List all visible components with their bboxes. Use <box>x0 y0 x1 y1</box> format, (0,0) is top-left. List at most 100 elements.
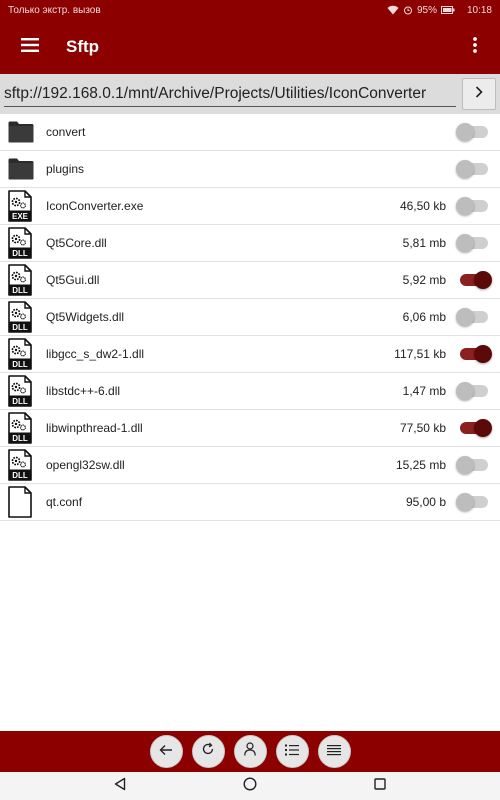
hamburger-menu-icon <box>21 37 39 57</box>
file-size: 5,92 mb <box>402 273 446 287</box>
file-row[interactable]: DLL opengl32sw.dll 15,25 mb <box>0 447 500 484</box>
toggle-thumb <box>474 345 492 363</box>
chevron-right-icon <box>475 85 483 103</box>
list-icon <box>327 743 341 761</box>
file-row[interactable]: DLL Qt5Widgets.dll 6,06 mb <box>0 299 500 336</box>
file-name: convert <box>46 125 86 139</box>
toggle-thumb <box>456 197 474 215</box>
file-list: convert plugins EXE IconConverter.exe 46,50 … <box>0 114 500 521</box>
file-size: 77,50 kb <box>399 421 446 435</box>
file-row[interactable]: DLL libwinpthread-1.dll 77,50 kb <box>0 410 500 447</box>
select-toggle[interactable] <box>456 307 492 327</box>
svg-text:DLL: DLL <box>12 397 28 406</box>
back-arrow-icon <box>159 743 173 761</box>
dll-file-icon: DLL <box>0 336 46 373</box>
path-input[interactable]: sftp://192.168.0.1/mnt/Archive/Projects/… <box>0 74 458 114</box>
menu-button[interactable] <box>0 20 60 74</box>
select-toggle[interactable] <box>456 455 492 475</box>
toggle-thumb <box>474 419 492 437</box>
file-name: plugins <box>46 162 85 176</box>
dll-file-icon: DLL <box>0 373 46 410</box>
file-row[interactable]: convert <box>0 114 500 151</box>
nav-recents-button[interactable] <box>365 772 395 800</box>
file-size: 15,25 mb <box>395 458 446 472</box>
exe-file-icon: EXE <box>0 188 46 225</box>
select-toggle[interactable] <box>456 418 492 438</box>
select-toggle[interactable] <box>456 196 492 216</box>
file-icon <box>0 484 46 521</box>
user-button[interactable] <box>233 735 267 768</box>
file-name: Qt5Core.dll <box>46 236 107 250</box>
file-row[interactable]: DLL libstdc++-6.dll 1,47 mb <box>0 373 500 410</box>
svg-text:DLL: DLL <box>12 471 28 480</box>
file-size: 46,50 kb <box>399 199 446 213</box>
file-size: 5,81 mb <box>402 236 446 250</box>
file-row[interactable]: plugins <box>0 151 500 188</box>
folder-icon <box>0 114 46 151</box>
file-row[interactable]: DLL Qt5Core.dll 5,81 mb <box>0 225 500 262</box>
select-toggle[interactable] <box>456 122 492 142</box>
select-toggle[interactable] <box>456 344 492 364</box>
select-toggle[interactable] <box>456 270 492 290</box>
toggle-thumb <box>456 493 474 511</box>
wifi-icon <box>387 5 399 15</box>
dll-file-icon: DLL <box>0 410 46 447</box>
list-button[interactable] <box>317 735 351 768</box>
back-arrow-button[interactable] <box>149 735 183 768</box>
toggle-thumb <box>456 160 474 178</box>
toggle-thumb <box>456 382 474 400</box>
svg-text:EXE: EXE <box>12 212 29 221</box>
alarm-icon <box>403 5 413 15</box>
file-name: Qt5Widgets.dll <box>46 310 125 324</box>
dll-file-icon: DLL <box>0 262 46 299</box>
nav-back-button[interactable] <box>105 772 135 800</box>
battery-icon <box>440 6 455 14</box>
file-size: 6,06 mb <box>402 310 446 324</box>
svg-text:DLL: DLL <box>12 249 28 258</box>
toggle-thumb <box>456 308 474 326</box>
file-row[interactable]: DLL libgcc_s_dw2-1.dll 117,51 kb <box>0 336 500 373</box>
svg-text:DLL: DLL <box>12 286 28 295</box>
folder-icon <box>0 151 46 188</box>
circle-home-icon <box>243 776 257 796</box>
app-title: Sftp <box>66 37 100 56</box>
file-name: opengl32sw.dll <box>46 458 125 472</box>
dll-file-icon: DLL <box>0 225 46 262</box>
square-recents-icon <box>374 777 386 795</box>
toggle-thumb <box>474 271 492 289</box>
toggle-thumb <box>456 234 474 252</box>
file-row[interactable]: qt.conf 95,00 b <box>0 484 500 521</box>
carrier-text: Только экстр. вызов <box>8 4 101 16</box>
file-name: libstdc++-6.dll <box>46 384 121 398</box>
select-toggle[interactable] <box>456 381 492 401</box>
svg-text:DLL: DLL <box>12 323 28 332</box>
select-toggle[interactable] <box>456 233 492 253</box>
system-nav-bar <box>0 772 500 800</box>
svg-text:DLL: DLL <box>12 360 28 369</box>
refresh-button[interactable] <box>191 735 225 768</box>
file-name: qt.conf <box>46 495 83 509</box>
dll-file-icon: DLL <box>0 447 46 484</box>
refresh-icon <box>201 742 215 761</box>
file-name: IconConverter.exe <box>46 199 144 213</box>
file-size: 117,51 kb <box>394 347 446 361</box>
file-name: Qt5Gui.dll <box>46 273 100 287</box>
bottom-toolbar <box>0 731 500 772</box>
user-icon <box>244 742 256 761</box>
clock: 10:18 <box>466 4 492 16</box>
dll-file-icon: DLL <box>0 299 46 336</box>
toggle-thumb <box>456 456 474 474</box>
overflow-menu-button[interactable] <box>450 20 500 74</box>
file-row[interactable]: EXE IconConverter.exe 46,50 kb <box>0 188 500 225</box>
file-size: 95,00 b <box>405 495 446 509</box>
select-toggle[interactable] <box>456 492 492 512</box>
path-bar: sftp://192.168.0.1/mnt/Archive/Projects/… <box>0 74 500 114</box>
go-button[interactable] <box>462 78 496 110</box>
file-row[interactable]: DLL Qt5Gui.dll 5,92 mb <box>0 262 500 299</box>
toggle-thumb <box>456 123 474 141</box>
nav-home-button[interactable] <box>235 772 265 800</box>
numbered-list-button[interactable] <box>275 735 309 768</box>
svg-text:DLL: DLL <box>12 434 28 443</box>
triangle-back-icon <box>113 777 127 796</box>
select-toggle[interactable] <box>456 159 492 179</box>
